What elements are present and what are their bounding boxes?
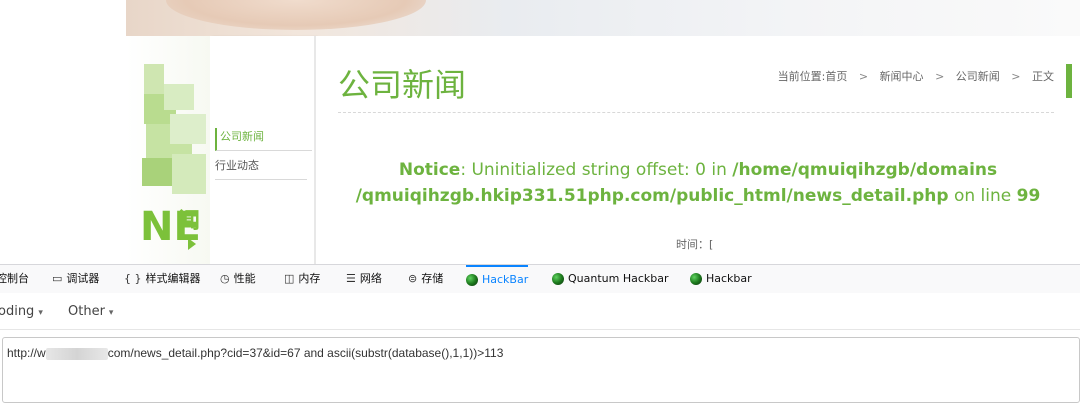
other-menu[interactable]: Other ▾	[68, 304, 113, 319]
notice-on-line: on line	[948, 186, 1017, 206]
notice-path-line1: /home/qmuiqihzgb/domains	[732, 160, 998, 180]
tab-performance[interactable]: ◷ 性能	[220, 265, 256, 293]
hackbar-icon	[466, 274, 478, 286]
tab-console[interactable]: 控制台	[0, 265, 29, 293]
play-arrow-icon	[188, 238, 196, 250]
url-textarea[interactable]: http://w com/news_detail.php?cid=37&id=67…	[2, 337, 1080, 403]
pixelated-logo-block	[172, 154, 206, 194]
banner-photo	[166, 0, 426, 30]
main-content: 公司新闻 当前位置:首页 > 新闻中心 > 公司新闻 > 正文 Notice: …	[316, 36, 1080, 264]
pixelated-logo-block	[144, 64, 164, 94]
sidebar-item-label: 公司新闻	[220, 130, 264, 143]
chevron-down-icon: ▾	[108, 308, 114, 318]
tab-style-editor[interactable]: { } 样式编辑器	[124, 265, 201, 293]
breadcrumb-news-center[interactable]: 新闻中心	[880, 68, 924, 84]
sidebar-item-industry-news[interactable]: 行业动态	[215, 157, 307, 180]
tab-network[interactable]: ☰ 网络	[346, 265, 382, 293]
page-title: 公司新闻	[338, 66, 467, 104]
tab-label: 存储	[421, 272, 444, 285]
header-banner	[126, 0, 1080, 36]
notice-message: : Uninitialized string offset: 0 in	[460, 160, 733, 180]
memory-icon: ◫	[284, 272, 295, 285]
tab-hackbar-2[interactable]: Hackbar	[690, 265, 752, 293]
hackbar2-icon	[690, 273, 702, 285]
tab-label: 样式编辑器	[145, 272, 201, 285]
website-viewport: 闻 NE 公司新闻 行业动态 公司新闻 当前位置:首页 > 新闻中心 > 公司新…	[0, 0, 1080, 264]
tab-label: Quantum Hackbar	[568, 272, 669, 285]
breadcrumb-separator: >	[1011, 70, 1021, 83]
notice-label: Notice	[398, 160, 461, 180]
sidebar: 公司新闻 行业动态	[210, 36, 316, 264]
notice-path-line2: /qmuiqihzgb.hkip331.51php.com/public_htm…	[355, 186, 949, 206]
hackbar-toolbar: oding ▾ Other ▾	[0, 293, 1080, 330]
network-icon: ☰	[346, 272, 356, 285]
title-divider	[338, 112, 1054, 113]
pixelated-logo-block	[164, 84, 194, 110]
breadcrumb-current: 正文	[1032, 70, 1054, 83]
tab-hackbar[interactable]: HackBar	[466, 265, 529, 293]
notice-line-number: 99	[1016, 186, 1041, 206]
pixelated-logo-block	[170, 114, 206, 144]
style-editor-icon: { }	[124, 272, 142, 285]
breadcrumb-separator: >	[858, 70, 869, 83]
sidebar-item-label: 行业动态	[215, 159, 259, 172]
tab-quantum-hackbar[interactable]: Quantum Hackbar	[552, 265, 669, 293]
sidebar-item-company-news[interactable]: 公司新闻	[215, 128, 312, 151]
quantum-hackbar-icon	[552, 273, 564, 285]
url-prefix: http://w	[7, 346, 46, 360]
tab-debugger[interactable]: ▭ 调试器	[52, 265, 99, 293]
tab-storage[interactable]: ⊜ 存储	[408, 265, 443, 293]
tab-label: 调试器	[66, 272, 100, 285]
tab-label: 网络	[359, 272, 382, 285]
devtools-tabbar: 控制台 ▭ 调试器 { } 样式编辑器 ◷ 性能 ◫ 内存 ☰ 网络 ⊜ 存储 …	[0, 264, 1080, 294]
breadcrumb-company-news[interactable]: 公司新闻	[956, 68, 1000, 84]
redacted-domain	[45, 347, 108, 360]
tab-label: 控制台	[0, 272, 29, 285]
breadcrumb-home[interactable]: 首页	[825, 68, 847, 84]
performance-icon: ◷	[220, 272, 230, 285]
tab-label: 内存	[298, 272, 321, 285]
url-suffix: com/news_detail.php?cid=37&id=67 and asc…	[107, 346, 504, 360]
pixelated-logo-block	[142, 158, 172, 186]
tab-label: Hackbar	[706, 272, 752, 285]
accent-edge-bar	[1066, 64, 1072, 98]
other-menu-label: Other	[68, 304, 105, 319]
encoding-menu-label: oding	[0, 304, 35, 319]
php-notice: Notice: Uninitialized string offset: 0 i…	[316, 157, 1080, 209]
article-time: 时间：[	[676, 238, 714, 251]
debugger-icon: ▭	[52, 272, 63, 285]
url-text: http://w com/news_detail.php?cid=37&id=67…	[7, 346, 503, 360]
tab-memory[interactable]: ◫ 内存	[284, 265, 320, 293]
breadcrumb-separator: >	[935, 70, 945, 83]
tab-label: HackBar	[482, 273, 529, 286]
chevron-down-icon: ▾	[38, 308, 43, 318]
encoding-menu[interactable]: oding ▾	[0, 304, 43, 319]
storage-icon: ⊜	[408, 272, 418, 285]
breadcrumb-prefix: 当前位置:	[777, 70, 826, 83]
tab-label: 性能	[233, 272, 256, 285]
breadcrumb: 当前位置:首页 > 新闻中心 > 公司新闻 > 正文	[778, 68, 1054, 84]
